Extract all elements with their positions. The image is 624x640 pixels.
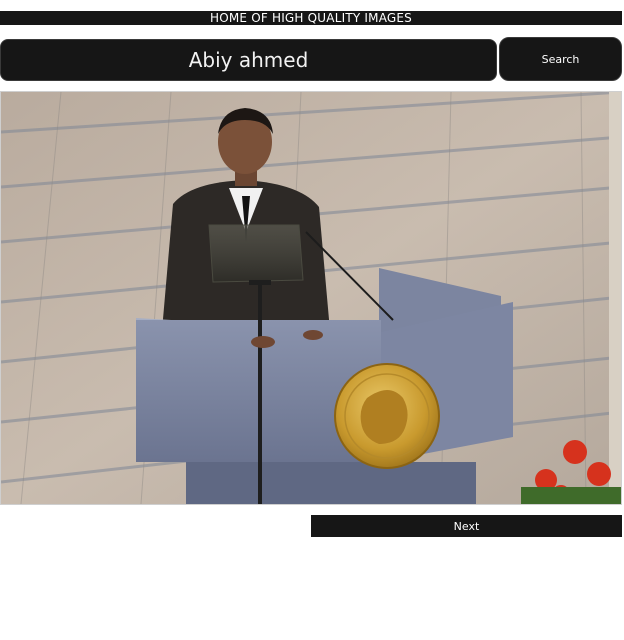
next-button[interactable]: Next <box>311 515 622 537</box>
search-input[interactable] <box>0 39 497 81</box>
result-image <box>0 91 622 505</box>
search-button[interactable]: Search <box>499 37 622 81</box>
site-header-title: HOME OF HIGH QUALITY IMAGES <box>0 11 622 25</box>
